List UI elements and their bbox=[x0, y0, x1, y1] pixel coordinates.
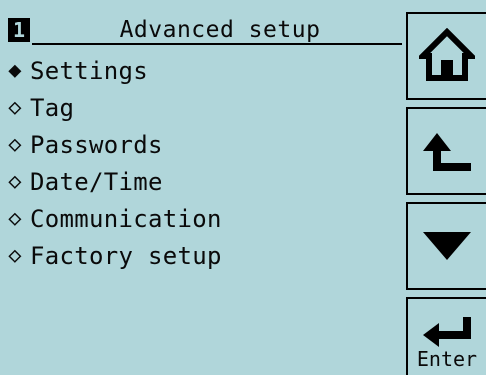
down-button[interactable] bbox=[406, 202, 486, 290]
unselected-diamond-icon: ◇ bbox=[8, 94, 22, 120]
selected-diamond-icon: ◆ bbox=[8, 57, 22, 83]
menu-item-factory-setup[interactable]: ◇ Factory setup bbox=[4, 237, 404, 274]
unselected-diamond-icon: ◇ bbox=[8, 205, 22, 231]
enter-arrow-icon bbox=[423, 317, 471, 347]
softkey-column: Enter bbox=[406, 12, 486, 375]
menu-item-label: Factory setup bbox=[30, 241, 222, 270]
menu-item-label: Passwords bbox=[30, 130, 163, 159]
return-up-arrow-icon bbox=[423, 133, 471, 171]
page-number-badge: 1 bbox=[8, 18, 30, 42]
title-underline bbox=[32, 43, 402, 45]
unselected-diamond-icon: ◇ bbox=[8, 242, 22, 268]
menu-item-tag[interactable]: ◇ Tag bbox=[4, 89, 404, 126]
lcd-screen: 1 Advanced setup ◆ Settings ◇ Tag ◇ Pass… bbox=[0, 0, 486, 375]
home-button[interactable] bbox=[406, 12, 486, 100]
enter-label: Enter bbox=[416, 347, 478, 371]
unselected-diamond-icon: ◇ bbox=[8, 168, 22, 194]
menu-item-settings[interactable]: ◆ Settings bbox=[4, 52, 404, 89]
menu-item-passwords[interactable]: ◇ Passwords bbox=[4, 126, 404, 163]
enter-button[interactable]: Enter bbox=[406, 297, 486, 375]
menu-item-label: Date/Time bbox=[30, 167, 163, 196]
down-triangle-icon bbox=[423, 232, 471, 260]
page-title: Advanced setup bbox=[119, 17, 321, 43]
back-button[interactable] bbox=[406, 107, 486, 195]
menu-item-date-time[interactable]: ◇ Date/Time bbox=[4, 163, 404, 200]
menu-item-communication[interactable]: ◇ Communication bbox=[4, 200, 404, 237]
unselected-diamond-icon: ◇ bbox=[8, 131, 22, 157]
menu-item-label: Tag bbox=[30, 93, 75, 122]
menu-item-label: Communication bbox=[30, 204, 222, 233]
menu-list: ◆ Settings ◇ Tag ◇ Passwords ◇ Date/Time… bbox=[4, 52, 404, 274]
header: 1 Advanced setup bbox=[8, 16, 408, 44]
home-icon bbox=[419, 28, 475, 81]
menu-item-label: Settings bbox=[30, 56, 148, 85]
